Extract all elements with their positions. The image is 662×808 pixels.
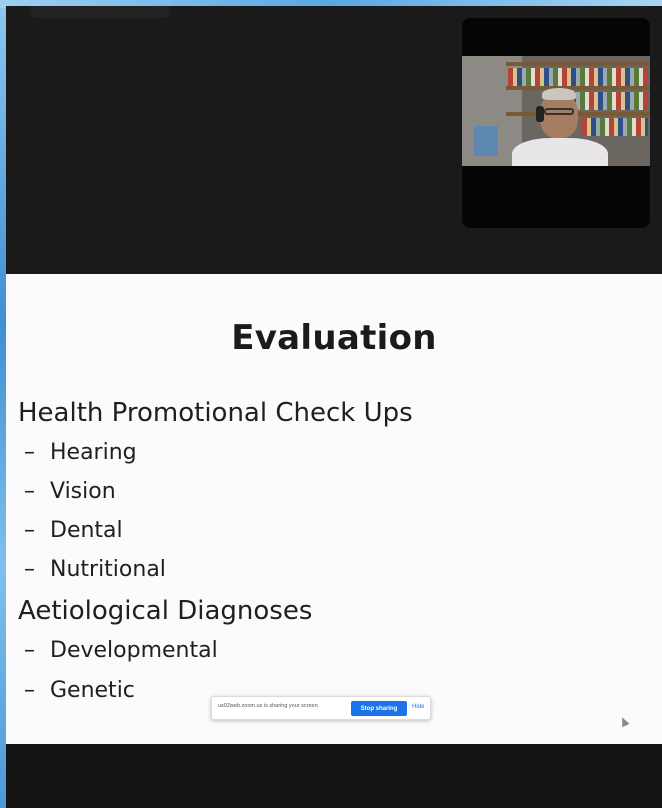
dash-glyph: – <box>24 678 35 703</box>
participant-video <box>462 56 650 166</box>
meeting-window: Evaluation Health Promotional Check Ups … <box>6 6 662 808</box>
video-books <box>508 68 648 86</box>
video-books <box>582 118 648 136</box>
shared-slide: Evaluation Health Promotional Check Ups … <box>6 274 662 744</box>
video-shelf <box>506 62 650 66</box>
section-heading-health: Health Promotional Check Ups <box>18 398 413 428</box>
list-item-label: Nutritional <box>50 557 166 582</box>
participant-glasses <box>544 108 574 115</box>
participant-hair <box>542 88 576 100</box>
participant-body <box>512 138 608 166</box>
dash-glyph: – <box>24 440 35 465</box>
video-area <box>6 6 662 274</box>
list-item: – Genetic <box>24 678 135 703</box>
hide-link[interactable]: Hide <box>412 704 424 710</box>
top-toolbar-tab[interactable] <box>30 6 170 18</box>
dash-glyph: – <box>24 518 35 543</box>
video-shelf <box>506 112 650 116</box>
dash-glyph: – <box>24 557 35 582</box>
list-item: – Nutritional <box>24 557 166 582</box>
list-item-label: Genetic <box>50 678 135 703</box>
screen-share-notification: us02web.zoom.us is sharing your screen. … <box>211 696 431 720</box>
list-item-label: Dental <box>50 518 123 543</box>
list-item-label: Vision <box>50 479 116 504</box>
mouse-cursor-icon <box>618 715 630 728</box>
meeting-controls-area <box>6 744 662 808</box>
dash-glyph: – <box>24 479 35 504</box>
section-heading-aetiological: Aetiological Diagnoses <box>18 596 313 626</box>
dash-glyph: – <box>24 638 35 663</box>
list-item: – Vision <box>24 479 116 504</box>
list-item: – Developmental <box>24 638 218 663</box>
share-message: us02web.zoom.us is sharing your screen. <box>218 703 320 709</box>
slide-title: Evaluation <box>231 318 437 358</box>
stop-sharing-button[interactable]: Stop sharing <box>351 701 407 716</box>
list-item: – Dental <box>24 518 123 543</box>
list-item-label: Developmental <box>50 638 218 663</box>
video-shelf <box>506 86 650 90</box>
participant-headset <box>536 106 544 122</box>
participant-video-tile[interactable] <box>462 18 650 228</box>
list-item: – Hearing <box>24 440 137 465</box>
list-item-label: Hearing <box>50 440 137 465</box>
video-poster <box>474 126 498 156</box>
